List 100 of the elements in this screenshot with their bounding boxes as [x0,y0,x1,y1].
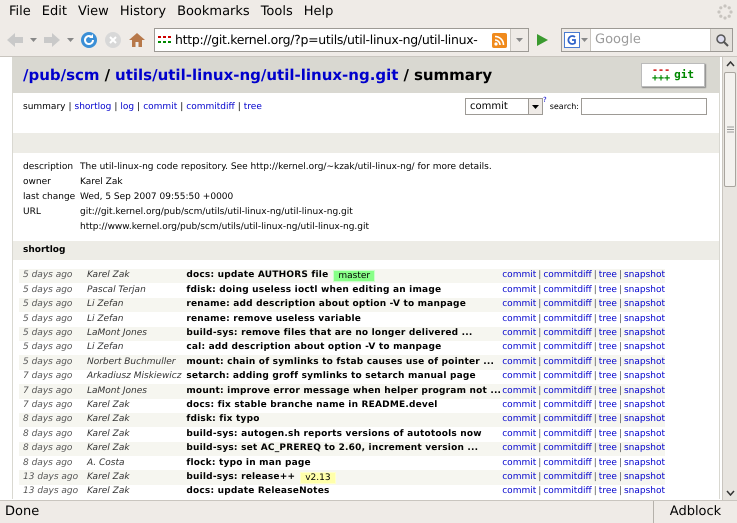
commit-title-link[interactable]: docs: update AUTHORS file [186,269,328,283]
row-link[interactable]: tree [598,413,617,427]
dropdown-icon[interactable] [67,38,74,42]
row-link[interactable]: snapshot [624,269,666,283]
commit-title-link[interactable]: mount: chain of symlinks to fstab causes use of pointer ... [186,356,494,370]
search-field[interactable]: Google [591,30,710,50]
row-link[interactable]: snapshot [624,442,666,456]
row-link[interactable]: commitdiff [543,485,592,499]
scrollbar[interactable] [722,57,737,500]
row-link[interactable]: tree [598,485,617,499]
row-link[interactable]: commit [502,413,536,427]
row-link[interactable]: commitdiff [543,456,592,470]
row-link[interactable]: snapshot [624,398,666,412]
row-link[interactable]: commitdiff [543,428,592,442]
row-link[interactable]: tree [598,456,617,470]
search-type-select[interactable]: commit [465,98,543,115]
nav-link[interactable]: tree [244,101,262,114]
home-icon[interactable] [128,31,146,49]
row-link[interactable]: commit [502,356,536,370]
row-link[interactable]: tree [598,341,617,355]
row-link[interactable]: tree [598,384,617,398]
commit-title-link[interactable]: docs: fix stable branche name in README.devel [186,398,438,412]
row-link[interactable]: commitdiff [543,413,592,427]
row-link[interactable]: commitdiff [543,356,592,370]
row-link[interactable]: commit [502,269,536,283]
search-button[interactable] [710,29,732,51]
row-link[interactable]: commit [502,398,536,412]
row-link[interactable]: snapshot [624,470,666,484]
commit-title-link[interactable]: rename: add description about option -V to manpage [186,298,466,312]
commit-title-link[interactable]: build-sys: remove files that are no longer delivered ... [186,327,473,340]
row-link[interactable]: snapshot [624,298,666,312]
rss-icon[interactable] [492,32,507,48]
row-link[interactable]: tree [598,327,617,340]
nav-link[interactable]: log [120,101,134,114]
commit-title-link[interactable]: mount: improve error message when helper program not ... [186,384,502,398]
row-link[interactable]: tree [598,298,617,312]
row-link[interactable]: commitdiff [543,442,592,456]
row-link[interactable]: tree [598,269,617,283]
commit-title-link[interactable]: rename: remove useless variable [186,312,362,326]
row-link[interactable]: snapshot [624,485,666,499]
row-link[interactable]: tree [598,428,617,442]
menu-item[interactable]: Tools [256,0,298,24]
google-engine-icon[interactable] [562,29,591,51]
row-link[interactable]: commit [502,284,536,298]
commit-title-link[interactable]: docs: update ReleaseNotes [186,485,330,499]
search-icon[interactable] [714,33,728,47]
row-link[interactable]: snapshot [624,413,666,427]
row-link[interactable]: commitdiff [543,341,592,355]
row-link[interactable]: commit [502,456,536,470]
row-link[interactable]: commitdiff [543,384,592,398]
row-link[interactable]: commit [502,341,536,355]
commit-title-link[interactable]: fdisk: doing useless ioctl when editing an image [186,284,442,298]
row-link[interactable]: snapshot [624,456,666,470]
row-link[interactable]: commitdiff [543,312,592,326]
scroll-thumb[interactable] [724,72,736,187]
menu-item[interactable]: Bookmarks [172,0,255,24]
row-link[interactable]: commit [502,485,536,499]
nav-link[interactable]: commitdiff [186,101,235,114]
row-link[interactable]: commitdiff [543,470,592,484]
breadcrumb-link[interactable]: /pub/scm [23,64,100,86]
nav-link[interactable]: shortlog [74,101,112,114]
commit-title-link[interactable]: flock: typo in man page [186,456,311,470]
row-link[interactable]: commit [502,384,536,398]
dropdown-icon[interactable] [30,38,37,42]
row-link[interactable]: commitdiff [543,269,592,283]
nav-link[interactable]: commit [143,101,178,114]
commit-title-link[interactable]: build-sys: set AC_PREREQ to 2.60, increment version ... [186,442,478,456]
row-link[interactable]: tree [598,470,617,484]
row-link[interactable]: commit [502,312,536,326]
menu-item[interactable]: File [4,0,36,24]
row-link[interactable]: tree [598,398,617,412]
row-link[interactable]: commit [502,370,536,384]
row-link[interactable]: snapshot [624,428,666,442]
row-link[interactable]: snapshot [624,341,666,355]
commit-title-link[interactable]: build-sys: release++ [186,470,296,484]
row-link[interactable]: tree [598,284,617,298]
go-icon[interactable] [535,33,549,47]
row-link[interactable]: commit [502,442,536,456]
menu-item[interactable]: History [114,0,172,24]
search-field[interactable] [581,98,707,115]
row-link[interactable]: tree [598,312,617,326]
menu-item[interactable]: Help [298,0,338,24]
row-link[interactable]: commit [502,327,536,340]
dropdown-icon[interactable] [510,29,528,51]
row-link[interactable]: commitdiff [543,327,592,340]
commit-title-link[interactable]: setarch: adding groff symlinks to setarch manual page [186,370,476,384]
address-field[interactable]: http://git.kernel.org/?p=utils/util-linux-ng/util-linux- [154,28,529,52]
row-link[interactable]: commitdiff [543,398,592,412]
row-link[interactable]: snapshot [624,384,666,398]
nav-link[interactable]: summary [23,101,66,114]
search-bar[interactable]: Google [561,28,733,52]
row-link[interactable]: tree [598,356,617,370]
breadcrumb-link[interactable]: utils/util-linux-ng/util-linux-ng.git [115,64,398,86]
row-link[interactable]: snapshot [624,356,666,370]
commit-title-link[interactable]: build-sys: autogen.sh reports versions of autotools now [186,428,482,442]
menu-item[interactable]: Edit [36,0,72,24]
menu-item[interactable]: View [72,0,114,24]
row-link[interactable]: commit [502,470,536,484]
row-link[interactable]: snapshot [624,312,666,326]
row-link[interactable]: snapshot [624,327,666,340]
